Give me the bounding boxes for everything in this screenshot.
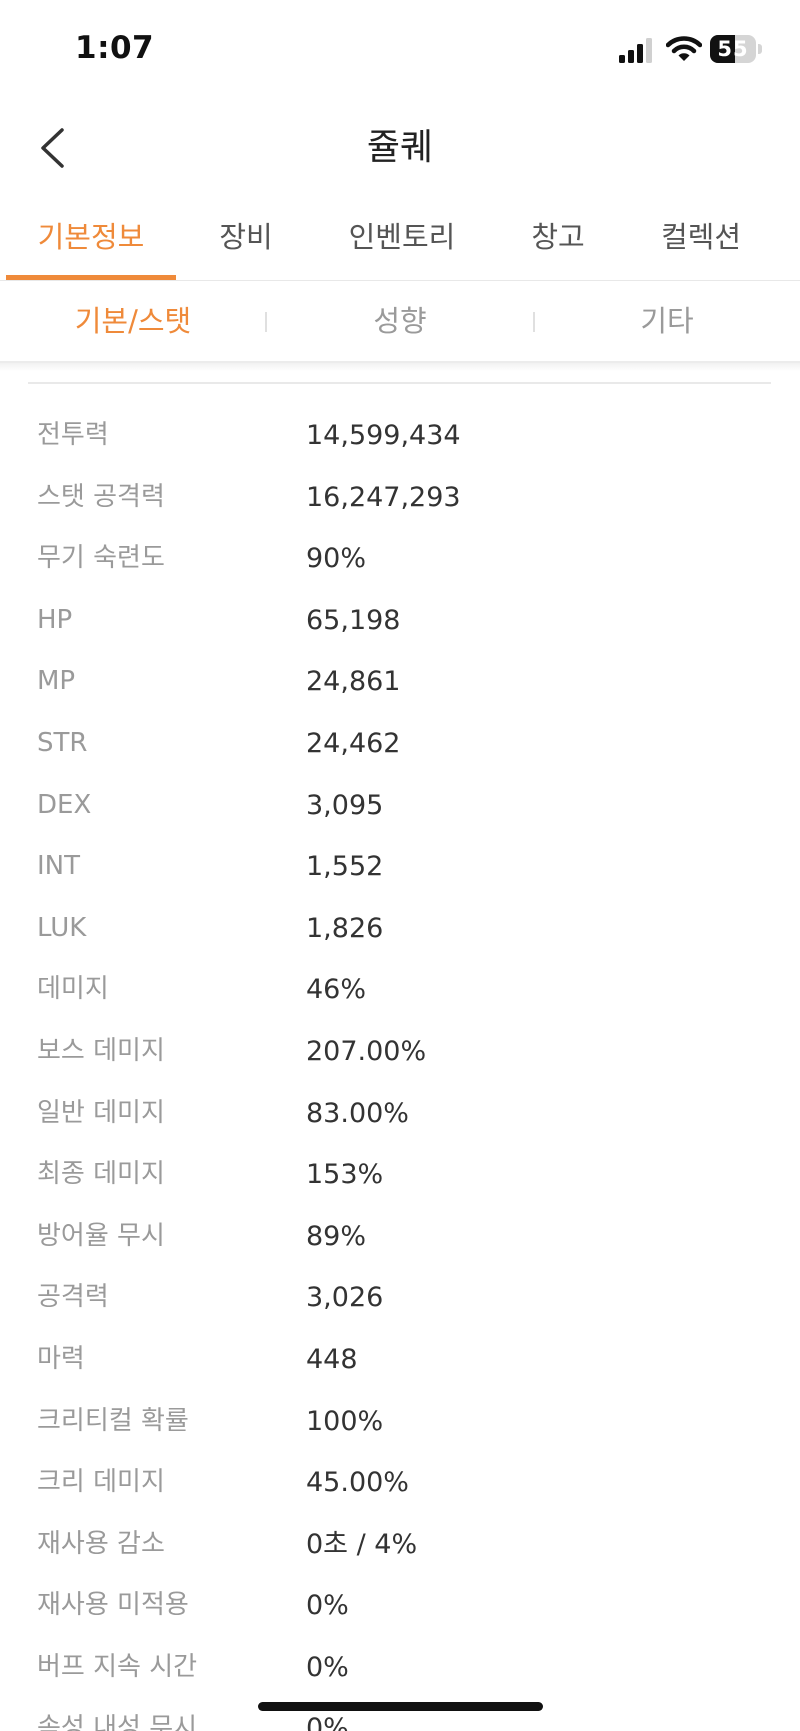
- subtab-propensity[interactable]: 성향: [267, 281, 533, 361]
- status-bar: 1:07 55: [0, 0, 800, 100]
- stat-row: 보스 데미지 207.00%: [0, 1021, 800, 1083]
- stat-value: 89%: [306, 1220, 367, 1252]
- stat-value: 24,462: [306, 727, 401, 759]
- stat-label: 공격력: [37, 1282, 109, 1313]
- stat-row: 최종 데미지 153%: [0, 1144, 800, 1206]
- character-info-screen: 1:07 55 쥴퀘 기본정보 장비 인벤토리 창고 컬렉션 기본/스탯 성향 …: [0, 0, 800, 1731]
- stat-value: 14,599,434: [306, 420, 461, 451]
- stat-row: DEX 3,095: [0, 775, 800, 837]
- stat-label: MP: [37, 666, 76, 697]
- stat-row: INT 1,552: [0, 836, 800, 898]
- stat-label: 전투력: [37, 420, 109, 450]
- stat-label: 크리티컬 확률: [37, 1405, 189, 1436]
- stat-label: 무기 숙련도: [37, 543, 165, 574]
- stat-row: 버프 지속 시간 0%: [0, 1637, 800, 1699]
- stat-value: 16,247,293: [306, 481, 461, 513]
- stat-value: 0초 / 4%: [306, 1528, 418, 1560]
- stat-value: 1,552: [306, 851, 384, 883]
- status-time: 1:07: [75, 30, 155, 66]
- stat-value: 0%: [306, 1590, 349, 1622]
- stat-row: 크리티컬 확률 100%: [0, 1391, 800, 1453]
- stat-value: 0%: [306, 1651, 349, 1683]
- stat-label: 크리 데미지: [37, 1467, 165, 1498]
- stat-row: STR 24,462: [0, 713, 800, 775]
- stat-value: 207.00%: [306, 1035, 427, 1067]
- stat-row: 일반 데미지 83.00%: [0, 1083, 800, 1145]
- battery-icon: 55: [710, 35, 762, 63]
- stat-label: LUK: [37, 912, 87, 943]
- wifi-icon: [666, 36, 702, 61]
- stat-row: 전투력 14,599,434: [0, 405, 800, 467]
- stat-value: 153%: [306, 1159, 384, 1191]
- subtab-etc[interactable]: 기타: [534, 281, 800, 361]
- stat-row: 크리 데미지 45.00%: [0, 1452, 800, 1514]
- chevron-left-icon: [41, 128, 64, 168]
- stat-value: 1,826: [306, 912, 384, 944]
- tab-basic-info[interactable]: 기본정보: [6, 195, 176, 280]
- back-button[interactable]: [30, 120, 80, 175]
- page-title: 쥴퀘: [366, 127, 434, 168]
- active-tab-indicator: [6, 275, 176, 280]
- stat-row: MP 24,861: [0, 651, 800, 713]
- stat-value: 448: [306, 1343, 358, 1375]
- stat-label: HP: [37, 604, 73, 635]
- battery-level-text: 55: [717, 37, 749, 61]
- stat-label: 재사용 감소: [37, 1528, 165, 1559]
- stat-label: 보스 데미지: [37, 1035, 165, 1066]
- stat-row: LUK 1,826: [0, 898, 800, 960]
- tab-storage[interactable]: 창고: [508, 195, 608, 280]
- stat-label: 스탯 공격력: [37, 481, 165, 512]
- stat-label: 최종 데미지: [37, 1159, 165, 1190]
- stat-value: 3,095: [306, 789, 384, 821]
- stat-value: 65,198: [306, 604, 401, 636]
- header: 쥴퀘: [0, 100, 800, 195]
- sub-tab-bar: 기본/스탯 성향 기타: [0, 281, 800, 363]
- signal-icon: [619, 38, 652, 63]
- stat-value: 24,861: [306, 666, 401, 698]
- stat-value: 100%: [306, 1405, 384, 1437]
- stat-label: INT: [37, 851, 80, 882]
- stat-label: 버프 지속 시간: [37, 1651, 198, 1682]
- stat-value: 90%: [306, 543, 367, 575]
- stat-row: 데미지 46%: [0, 959, 800, 1021]
- tab-inventory[interactable]: 인벤토리: [327, 195, 477, 280]
- main-tab-bar: 기본정보 장비 인벤토리 창고 컬렉션: [0, 195, 800, 281]
- home-indicator[interactable]: [258, 1702, 543, 1711]
- subtab-basic-stats[interactable]: 기본/스탯: [0, 281, 266, 361]
- stat-label: 방어율 무시: [37, 1220, 165, 1251]
- stat-label: STR: [37, 727, 88, 758]
- stats-list: 전투력 14,599,434 스탯 공격력 16,247,293 무기 숙련도 90% HP…: [0, 405, 800, 1731]
- content-divider: [28, 382, 771, 384]
- stat-row: 재사용 미적용 0%: [0, 1575, 800, 1637]
- stat-label: 재사용 미적용: [37, 1590, 189, 1621]
- stat-row: 방어율 무시 89%: [0, 1206, 800, 1268]
- stat-value: 45.00%: [306, 1467, 409, 1499]
- stat-row: HP 65,198: [0, 590, 800, 652]
- stat-label: DEX: [37, 789, 92, 820]
- tab-equipment[interactable]: 장비: [196, 195, 296, 280]
- stat-label: 일반 데미지: [37, 1097, 165, 1128]
- stat-value: 3,026: [306, 1282, 384, 1314]
- stat-label: 속성 내성 무시: [37, 1713, 198, 1731]
- header-shadow: [0, 363, 800, 371]
- stat-label: 마력: [37, 1343, 85, 1374]
- stat-row: 마력 448: [0, 1329, 800, 1391]
- stat-label: 데미지: [37, 974, 109, 1005]
- stat-row: 무기 숙련도 90%: [0, 528, 800, 590]
- stat-value: 46%: [306, 974, 367, 1006]
- tab-collection[interactable]: 컬렉션: [640, 195, 762, 280]
- stat-value: 83.00%: [306, 1097, 409, 1129]
- stat-row: 스탯 공격력 16,247,293: [0, 467, 800, 529]
- stat-row: 공격력 3,026: [0, 1267, 800, 1329]
- stat-row: 재사용 감소 0초 / 4%: [0, 1514, 800, 1576]
